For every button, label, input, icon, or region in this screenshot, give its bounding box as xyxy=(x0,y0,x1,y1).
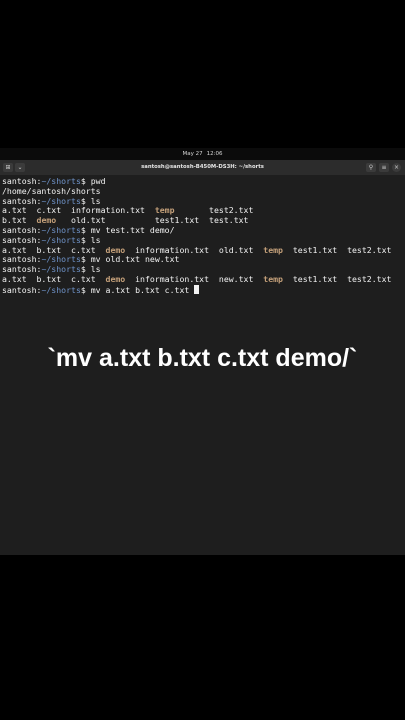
search-icon[interactable]: ⚲ xyxy=(366,163,376,172)
command-text: mv a.txt b.txt c.txt xyxy=(90,284,195,295)
text-cursor xyxy=(194,284,200,294)
time-label[interactable]: 12:06 xyxy=(207,151,223,157)
prompt-path: ~/shorts xyxy=(41,234,81,245)
file-list: b.txt xyxy=(2,215,37,226)
video-caption: `mv a.txt b.txt c.txt demo/` xyxy=(47,344,358,372)
terminal-line: santosh:~/shorts$ mv a.txt b.txt c.txt xyxy=(0,284,405,295)
prompt-path: ~/shorts xyxy=(41,284,81,295)
prompt-user: santosh: xyxy=(2,224,42,235)
prompt-symbol: $ xyxy=(80,195,91,206)
directory-name: temp xyxy=(263,244,283,255)
file-list: a.txt c.txt information.txt xyxy=(2,205,155,216)
prompt-user: santosh: xyxy=(2,254,42,265)
command-text: ls xyxy=(90,264,101,275)
prompt-user: santosh: xyxy=(2,195,42,206)
prompt-path: ~/shorts xyxy=(41,254,81,265)
window-title: santosh@santosh-B450M-DS3H: ~/shorts xyxy=(141,164,264,170)
date-label[interactable]: May 27 xyxy=(183,151,203,157)
prompt-symbol: $ xyxy=(80,176,91,186)
prompt-user: santosh: xyxy=(2,264,42,275)
command-text: ls xyxy=(90,234,101,245)
command-text: mv old.txt new.txt xyxy=(90,254,180,265)
command-text: mv test.txt demo/ xyxy=(90,224,175,235)
prompt-symbol: $ xyxy=(80,264,91,275)
file-list: test1.txt test2.txt xyxy=(282,273,392,284)
directory-name: temp xyxy=(263,273,283,284)
prompt-symbol: $ xyxy=(80,234,91,245)
prompt-user: santosh: xyxy=(2,284,42,295)
prompt-symbol: $ xyxy=(80,254,91,265)
prompt-user: santosh: xyxy=(2,234,42,245)
terminal-titlebar: ⊞ ⌄ santosh@santosh-B450M-DS3H: ~/shorts… xyxy=(0,160,405,175)
terminal-line: a.txt b.txt c.txt demo information.txt n… xyxy=(0,273,405,285)
file-list: a.txt b.txt c.txt xyxy=(2,273,106,284)
prompt-symbol: $ xyxy=(80,284,91,295)
command-text: pwd xyxy=(90,176,106,186)
directory-name: demo xyxy=(105,273,126,284)
command-text: ls xyxy=(90,195,101,206)
file-list: old.txt test1.txt test.txt xyxy=(56,215,249,226)
system-top-bar: May 27 12:06 xyxy=(0,148,405,160)
file-list: information.txt old.txt xyxy=(125,244,264,255)
prompt-path: ~/shorts xyxy=(41,176,81,186)
directory-name: temp xyxy=(154,205,175,216)
prompt-path: ~/shorts xyxy=(41,264,81,275)
prompt-path: ~/shorts xyxy=(41,224,81,235)
close-icon[interactable]: × xyxy=(392,163,401,172)
file-list: test1.txt test2.txt xyxy=(282,244,392,255)
directory-name: demo xyxy=(105,244,126,255)
prompt-user: santosh: xyxy=(2,176,42,186)
file-list: a.txt b.txt c.txt xyxy=(2,244,106,255)
prompt-path: ~/shorts xyxy=(41,195,81,206)
directory-name: demo xyxy=(36,215,57,226)
hamburger-menu-icon[interactable]: ≡ xyxy=(379,163,389,172)
file-list: information.txt new.txt xyxy=(125,273,264,284)
file-list: test2.txt xyxy=(174,205,254,216)
prompt-symbol: $ xyxy=(80,224,91,235)
